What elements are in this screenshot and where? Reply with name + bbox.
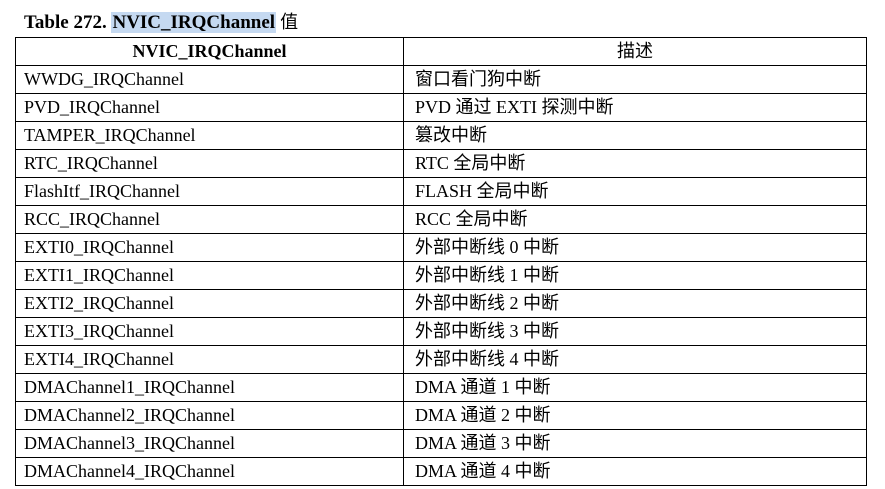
table-row: EXTI1_IRQChannel 外部中断线 1 中断	[15, 261, 867, 290]
table-body: WWDG_IRQChannel 窗口看门狗中断 PVD_IRQChannel PVD …	[15, 65, 867, 486]
description-cell: 外部中断线 2 中断	[403, 289, 867, 318]
description-cell: 外部中断线 0 中断	[403, 233, 867, 262]
header-description: 描述	[403, 37, 867, 66]
channel-cell: EXTI4_IRQChannel	[15, 345, 404, 374]
table-row: EXTI3_IRQChannel 外部中断线 3 中断	[15, 317, 867, 346]
table-row: EXTI2_IRQChannel 外部中断线 2 中断	[15, 289, 867, 318]
channel-cell: FlashItf_IRQChannel	[15, 177, 404, 206]
table-row: EXTI4_IRQChannel 外部中断线 4 中断	[15, 345, 867, 374]
channel-cell: DMAChannel4_IRQChannel	[15, 457, 404, 486]
header-channel: NVIC_IRQChannel	[15, 37, 404, 66]
channel-cell: RTC_IRQChannel	[15, 149, 404, 178]
table-row: DMAChannel3_IRQChannel DMA 通道 3 中断	[15, 429, 867, 458]
channel-cell: EXTI0_IRQChannel	[15, 233, 404, 262]
description-cell: 外部中断线 4 中断	[403, 345, 867, 374]
table-row: EXTI0_IRQChannel 外部中断线 0 中断	[15, 233, 867, 262]
description-cell: 篡改中断	[403, 121, 867, 150]
channel-cell: EXTI3_IRQChannel	[15, 317, 404, 346]
description-cell: 窗口看门狗中断	[403, 65, 867, 94]
description-cell: DMA 通道 4 中断	[403, 457, 867, 486]
channel-cell: EXTI1_IRQChannel	[15, 261, 404, 290]
description-cell: 外部中断线 3 中断	[403, 317, 867, 346]
channel-cell: RCC_IRQChannel	[15, 205, 404, 234]
description-cell: 外部中断线 1 中断	[403, 261, 867, 290]
header-row: NVIC_IRQChannel 描述	[15, 37, 867, 66]
description-cell: DMA 通道 2 中断	[403, 401, 867, 430]
channel-cell: TAMPER_IRQChannel	[15, 121, 404, 150]
description-cell: RCC 全局中断	[403, 205, 867, 234]
channel-cell: DMAChannel1_IRQChannel	[15, 373, 404, 402]
channel-cell: PVD_IRQChannel	[15, 93, 404, 122]
table-row: FlashItf_IRQChannel FLASH 全局中断	[15, 177, 867, 206]
caption-prefix: Table 272.	[24, 12, 112, 33]
channel-cell: DMAChannel3_IRQChannel	[15, 429, 404, 458]
table-row: WWDG_IRQChannel 窗口看门狗中断	[15, 65, 867, 94]
table-row: TAMPER_IRQChannel 篡改中断	[15, 121, 867, 150]
description-cell: RTC 全局中断	[403, 149, 867, 178]
channel-cell: EXTI2_IRQChannel	[15, 289, 404, 318]
caption-highlighted-term[interactable]: NVIC_IRQChannel	[111, 12, 277, 33]
table-row: PVD_IRQChannel PVD 通过 EXTI 探测中断	[15, 93, 867, 122]
table-row: DMAChannel4_IRQChannel DMA 通道 4 中断	[15, 457, 867, 486]
channel-cell: WWDG_IRQChannel	[15, 65, 404, 94]
channel-cell: DMAChannel2_IRQChannel	[15, 401, 404, 430]
description-cell: FLASH 全局中断	[403, 177, 867, 206]
description-cell: DMA 通道 3 中断	[403, 429, 867, 458]
caption-suffix: 值	[280, 12, 299, 33]
description-cell: PVD 通过 EXTI 探测中断	[403, 93, 867, 122]
table-row: DMAChannel2_IRQChannel DMA 通道 2 中断	[15, 401, 867, 430]
nvic-irq-channel-table: NVIC_IRQChannel 描述 WWDG_IRQChannel 窗口看门狗中…	[15, 37, 867, 486]
table-header: NVIC_IRQChannel 描述	[15, 37, 867, 66]
table-row: DMAChannel1_IRQChannel DMA 通道 1 中断	[15, 373, 867, 402]
description-cell: DMA 通道 1 中断	[403, 373, 867, 402]
table-row: RTC_IRQChannel RTC 全局中断	[15, 149, 867, 178]
table-row: RCC_IRQChannel RCC 全局中断	[15, 205, 867, 234]
table-caption: Table 272. NVIC_IRQChannel 值	[24, 9, 298, 37]
